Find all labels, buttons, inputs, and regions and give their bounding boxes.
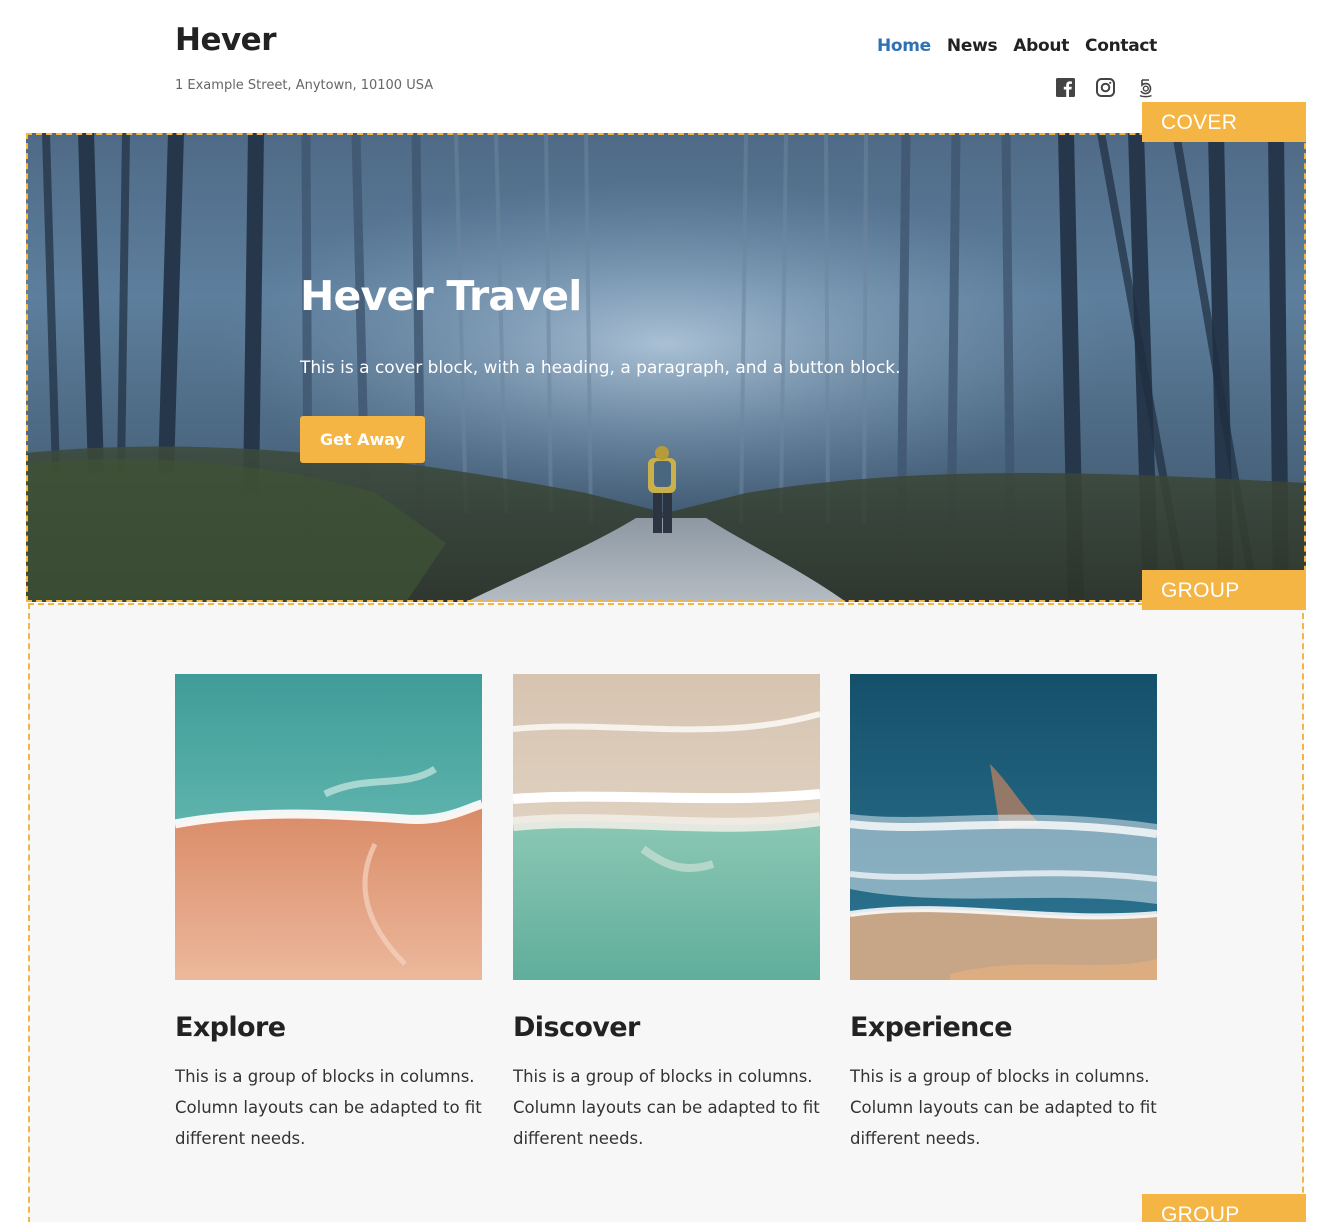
nav-item-contact[interactable]: Contact [1085, 36, 1157, 56]
facebook-icon[interactable] [1055, 77, 1076, 98]
fivehundredpx-icon[interactable] [1135, 77, 1156, 98]
cover-heading: Hever Travel [300, 272, 582, 320]
column-paragraph: This is a group of blocks in columns. Co… [513, 1067, 820, 1148]
column-paragraph: This is a group of blocks in columns. Co… [850, 1067, 1157, 1148]
social-links [1055, 77, 1156, 98]
column-experience: Experience This is a group of blocks in … [850, 674, 1157, 1154]
nav-item-about[interactable]: About [1013, 36, 1069, 56]
inner-group-block-label: GROUP [1142, 1194, 1306, 1222]
get-away-button[interactable]: Get Away [300, 416, 425, 463]
cover-block-label: COVER [1142, 102, 1306, 142]
beach-image-explore [175, 674, 482, 980]
beach-image-experience [850, 674, 1157, 980]
site-description: 1 Example Street, Anytown, 10100 USA [175, 78, 434, 93]
column-heading: Discover [513, 1012, 640, 1043]
cover-paragraph: This is a cover block, with a heading, a… [300, 358, 901, 378]
column-paragraph: This is a group of blocks in columns. Co… [175, 1067, 482, 1148]
beach-image-discover [513, 674, 820, 980]
primary-nav: Home News About Contact [877, 36, 1157, 56]
nav-item-home[interactable]: Home [877, 36, 931, 56]
group-block-label: GROUP [1142, 570, 1306, 610]
instagram-icon[interactable] [1095, 77, 1116, 98]
page: Hever 1 Example Street, Anytown, 10100 U… [0, 0, 1328, 1222]
site-title[interactable]: Hever [175, 22, 277, 58]
column-explore: Explore This is a group of blocks in col… [175, 674, 482, 1154]
nav-item-news[interactable]: News [947, 36, 998, 56]
column-heading: Experience [850, 1012, 1013, 1043]
column-heading: Explore [175, 1012, 286, 1043]
column-discover: Discover This is a group of blocks in co… [513, 674, 820, 1154]
